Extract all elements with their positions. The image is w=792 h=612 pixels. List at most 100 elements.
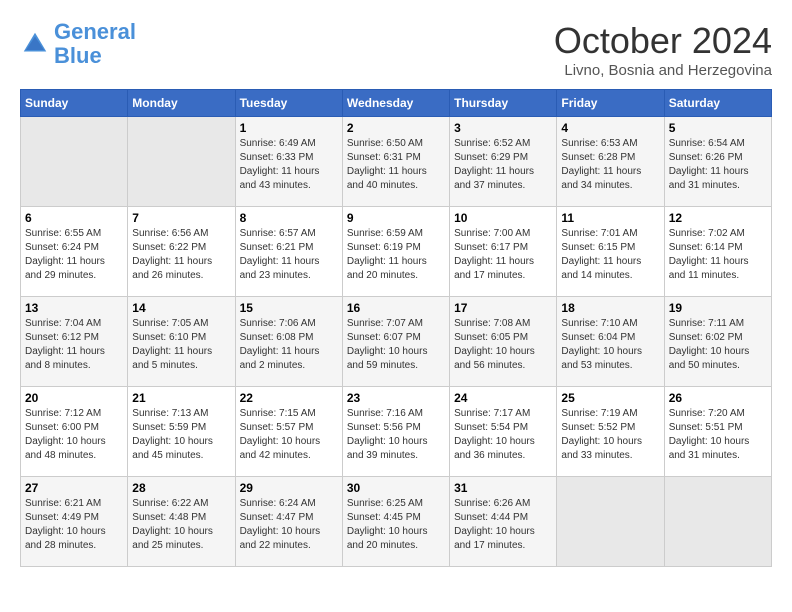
calendar-cell: 24 Sunrise: 7:17 AM Sunset: 5:54 PM Dayli… [450, 387, 557, 477]
logo-line2: Blue [54, 43, 102, 68]
day-info: Sunrise: 6:57 AM Sunset: 6:21 PM Dayligh… [240, 227, 338, 283]
day-info: Sunrise: 7:08 AM Sunset: 6:05 PM Dayligh… [454, 317, 552, 373]
day-number: 13 [25, 301, 123, 315]
weekday-header: Wednesday [342, 90, 449, 117]
calendar-cell [128, 117, 235, 207]
logo-text: General Blue [54, 20, 136, 68]
day-info: Sunrise: 7:15 AM Sunset: 5:57 PM Dayligh… [240, 407, 338, 463]
day-info: Sunrise: 7:00 AM Sunset: 6:17 PM Dayligh… [454, 227, 552, 283]
day-number: 10 [454, 211, 552, 225]
title-block: October 2024 Livno, Bosnia and Herzegovi… [554, 20, 772, 79]
day-info: Sunrise: 7:10 AM Sunset: 6:04 PM Dayligh… [561, 317, 659, 373]
day-number: 11 [561, 211, 659, 225]
calendar-cell: 20 Sunrise: 7:12 AM Sunset: 6:00 PM Dayli… [21, 387, 128, 477]
calendar-table: SundayMondayTuesdayWednesdayThursdayFrid… [20, 89, 772, 567]
day-info: Sunrise: 6:59 AM Sunset: 6:19 PM Dayligh… [347, 227, 445, 283]
day-number: 27 [25, 481, 123, 495]
calendar-week-row: 6 Sunrise: 6:55 AM Sunset: 6:24 PM Daylig… [21, 207, 772, 297]
logo: General Blue [20, 20, 136, 68]
calendar-cell: 18 Sunrise: 7:10 AM Sunset: 6:04 PM Dayli… [557, 297, 664, 387]
calendar-cell: 14 Sunrise: 7:05 AM Sunset: 6:10 PM Dayli… [128, 297, 235, 387]
day-info: Sunrise: 6:56 AM Sunset: 6:22 PM Dayligh… [132, 227, 230, 283]
day-number: 15 [240, 301, 338, 315]
day-number: 25 [561, 391, 659, 405]
weekday-header: Friday [557, 90, 664, 117]
calendar-cell: 2Sunrise: 6:50 AM Sunset: 6:31 PM Daylig… [342, 117, 449, 207]
day-info: Sunrise: 7:19 AM Sunset: 5:52 PM Dayligh… [561, 407, 659, 463]
day-number: 12 [669, 211, 767, 225]
day-number: 20 [25, 391, 123, 405]
calendar-cell [21, 117, 128, 207]
day-number: 6 [25, 211, 123, 225]
calendar-cell: 22Sunrise: 7:15 AM Sunset: 5:57 PM Dayli… [235, 387, 342, 477]
calendar-cell: 19 Sunrise: 7:11 AM Sunset: 6:02 PM Dayli… [664, 297, 771, 387]
calendar-cell: 7 Sunrise: 6:56 AM Sunset: 6:22 PM Daylig… [128, 207, 235, 297]
day-info: Sunrise: 6:25 AM Sunset: 4:45 PM Dayligh… [347, 497, 445, 553]
day-number: 4 [561, 121, 659, 135]
calendar-cell: 23Sunrise: 7:16 AM Sunset: 5:56 PM Dayli… [342, 387, 449, 477]
day-number: 5 [669, 121, 767, 135]
day-number: 24 [454, 391, 552, 405]
day-info: Sunrise: 7:06 AM Sunset: 6:08 PM Dayligh… [240, 317, 338, 373]
day-info: Sunrise: 7:12 AM Sunset: 6:00 PM Dayligh… [25, 407, 123, 463]
calendar-cell: 15 Sunrise: 7:06 AM Sunset: 6:08 PM Dayli… [235, 297, 342, 387]
day-info: Sunrise: 6:21 AM Sunset: 4:49 PM Dayligh… [25, 497, 123, 553]
day-info: Sunrise: 7:17 AM Sunset: 5:54 PM Dayligh… [454, 407, 552, 463]
calendar-cell: 11 Sunrise: 7:01 AM Sunset: 6:15 PM Dayli… [557, 207, 664, 297]
day-info: Sunrise: 7:02 AM Sunset: 6:14 PM Dayligh… [669, 227, 767, 283]
weekday-header: Monday [128, 90, 235, 117]
day-info: Sunrise: 7:13 AM Sunset: 5:59 PM Dayligh… [132, 407, 230, 463]
weekday-header-row: SundayMondayTuesdayWednesdayThursdayFrid… [21, 90, 772, 117]
weekday-header: Thursday [450, 90, 557, 117]
day-info: Sunrise: 7:04 AM Sunset: 6:12 PM Dayligh… [25, 317, 123, 373]
day-info: Sunrise: 6:24 AM Sunset: 4:47 PM Dayligh… [240, 497, 338, 553]
month-title: October 2024 [554, 20, 772, 62]
day-info: Sunrise: 6:52 AM Sunset: 6:29 PM Dayligh… [454, 137, 552, 193]
page-header: General Blue October 2024 Livno, Bosnia … [20, 20, 772, 79]
day-info: Sunrise: 7:05 AM Sunset: 6:10 PM Dayligh… [132, 317, 230, 373]
calendar-cell: 3 Sunrise: 6:52 AM Sunset: 6:29 PM Daylig… [450, 117, 557, 207]
weekday-header: Tuesday [235, 90, 342, 117]
day-info: Sunrise: 6:49 AM Sunset: 6:33 PM Dayligh… [240, 137, 338, 193]
day-info: Sunrise: 7:11 AM Sunset: 6:02 PM Dayligh… [669, 317, 767, 373]
day-number: 16 [347, 301, 445, 315]
day-number: 14 [132, 301, 230, 315]
calendar-week-row: 20 Sunrise: 7:12 AM Sunset: 6:00 PM Dayli… [21, 387, 772, 477]
logo-line1: General [54, 19, 136, 44]
calendar-cell [664, 477, 771, 567]
weekday-header: Saturday [664, 90, 771, 117]
day-number: 8 [240, 211, 338, 225]
calendar-cell: 5Sunrise: 6:54 AM Sunset: 6:26 PM Daylig… [664, 117, 771, 207]
calendar-cell: 1 Sunrise: 6:49 AM Sunset: 6:33 PM Daylig… [235, 117, 342, 207]
day-number: 7 [132, 211, 230, 225]
calendar-cell: 31Sunrise: 6:26 AM Sunset: 4:44 PM Dayli… [450, 477, 557, 567]
day-info: Sunrise: 6:26 AM Sunset: 4:44 PM Dayligh… [454, 497, 552, 553]
day-number: 30 [347, 481, 445, 495]
calendar-cell: 25 Sunrise: 7:19 AM Sunset: 5:52 PM Dayli… [557, 387, 664, 477]
day-info: Sunrise: 7:07 AM Sunset: 6:07 PM Dayligh… [347, 317, 445, 373]
day-number: 18 [561, 301, 659, 315]
calendar-cell: 16 Sunrise: 7:07 AM Sunset: 6:07 PM Dayli… [342, 297, 449, 387]
day-info: Sunrise: 7:20 AM Sunset: 5:51 PM Dayligh… [669, 407, 767, 463]
day-number: 26 [669, 391, 767, 405]
calendar-cell: 9 Sunrise: 6:59 AM Sunset: 6:19 PM Daylig… [342, 207, 449, 297]
calendar-cell: 4Sunrise: 6:53 AM Sunset: 6:28 PM Daylig… [557, 117, 664, 207]
day-info: Sunrise: 7:16 AM Sunset: 5:56 PM Dayligh… [347, 407, 445, 463]
day-info: Sunrise: 6:55 AM Sunset: 6:24 PM Dayligh… [25, 227, 123, 283]
calendar-cell [557, 477, 664, 567]
calendar-cell: 17 Sunrise: 7:08 AM Sunset: 6:05 PM Dayli… [450, 297, 557, 387]
calendar-cell: 28 Sunrise: 6:22 AM Sunset: 4:48 PM Dayli… [128, 477, 235, 567]
day-number: 1 [240, 121, 338, 135]
day-info: Sunrise: 6:22 AM Sunset: 4:48 PM Dayligh… [132, 497, 230, 553]
calendar-week-row: 13 Sunrise: 7:04 AM Sunset: 6:12 PM Dayli… [21, 297, 772, 387]
calendar-cell: 21Sunrise: 7:13 AM Sunset: 5:59 PM Dayli… [128, 387, 235, 477]
day-info: Sunrise: 7:01 AM Sunset: 6:15 PM Dayligh… [561, 227, 659, 283]
day-number: 19 [669, 301, 767, 315]
day-number: 3 [454, 121, 552, 135]
calendar-cell: 12 Sunrise: 7:02 AM Sunset: 6:14 PM Dayli… [664, 207, 771, 297]
day-number: 28 [132, 481, 230, 495]
day-number: 17 [454, 301, 552, 315]
day-number: 9 [347, 211, 445, 225]
calendar-cell: 27 Sunrise: 6:21 AM Sunset: 4:49 PM Dayli… [21, 477, 128, 567]
logo-icon [20, 29, 50, 59]
